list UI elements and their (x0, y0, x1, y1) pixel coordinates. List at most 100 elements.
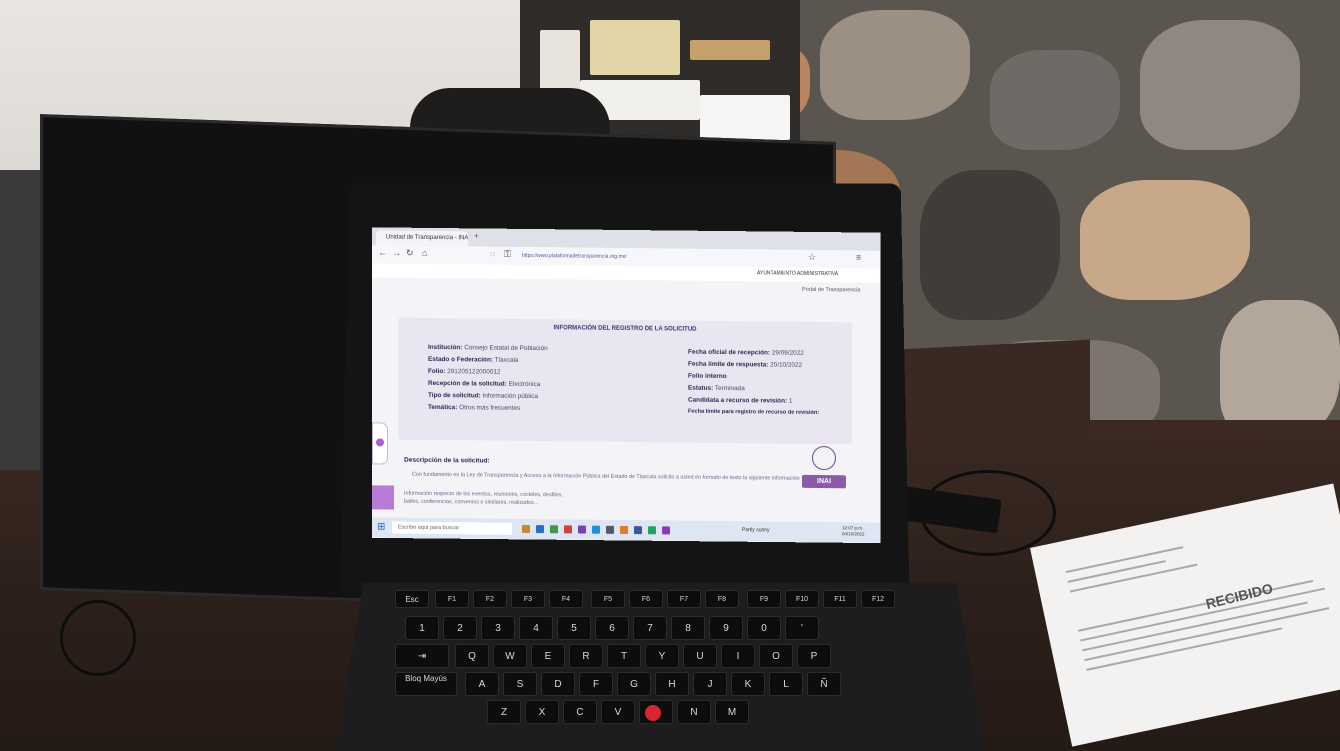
taskbar-clock[interactable]: 12:07 p.m. 04/10/2022 (842, 525, 865, 537)
field-review-deadline: Fecha límite para registro de recurso de… (688, 408, 820, 417)
taskbar-app-icon[interactable] (578, 525, 586, 534)
menu-icon[interactable]: ≡ (856, 252, 861, 262)
key-8[interactable]: 8 (671, 616, 705, 640)
key-apostrophe[interactable]: ' (785, 616, 819, 640)
key-tab[interactable]: ⇥ (395, 644, 449, 668)
key-f5[interactable]: F5 (591, 590, 625, 608)
key-t[interactable]: T (607, 644, 641, 668)
key-h[interactable]: H (655, 672, 689, 696)
key-g[interactable]: G (617, 672, 651, 696)
reload-icon[interactable]: ↻ (406, 248, 414, 259)
key-m[interactable]: M (715, 700, 749, 724)
taskbar-app-icon[interactable] (536, 525, 544, 534)
laptop-screen: Unidad de Transparencia - INAI + ← → ↻ ⌂… (372, 227, 880, 543)
key-enye[interactable]: Ñ (807, 672, 841, 696)
field-review-candidate: Candidata a recurso de revisión: 1 (688, 396, 793, 405)
key-e[interactable]: E (531, 644, 565, 668)
field-topic: Temática: Otros más frecuentes (428, 403, 521, 412)
key-v[interactable]: V (601, 700, 635, 724)
key-s[interactable]: S (503, 672, 537, 696)
new-tab-icon[interactable]: + (474, 231, 479, 240)
key-f[interactable]: F (579, 672, 613, 696)
key-j[interactable]: J (693, 672, 727, 696)
bookmark-icon[interactable]: ☆ (808, 252, 816, 263)
key-c[interactable]: C (563, 700, 597, 724)
key-1[interactable]: 1 (405, 616, 439, 640)
key-z[interactable]: Z (487, 700, 521, 724)
key-r[interactable]: R (569, 644, 603, 668)
shield-icon: ◌ (490, 248, 496, 259)
taskbar-search-input[interactable]: Escribe aquí para buscar (392, 521, 512, 535)
home-icon[interactable]: ⌂ (422, 248, 427, 258)
taskbar-app-icon[interactable] (648, 526, 656, 535)
key-4[interactable]: 4 (519, 616, 553, 640)
key-5[interactable]: 5 (557, 616, 591, 640)
key-q[interactable]: Q (455, 644, 489, 668)
taskbar-app-icon[interactable] (550, 525, 558, 534)
key-x[interactable]: X (525, 700, 559, 724)
key-6[interactable]: 6 (595, 616, 629, 640)
taskbar-app-icon[interactable] (522, 524, 530, 533)
description-text-detail: Información respecto de los eventos, reu… (404, 490, 563, 507)
taskbar-app-icon[interactable] (620, 525, 628, 535)
field-due-date: Fecha límite de respuesta: 20/10/2022 (688, 360, 803, 369)
key-f9[interactable]: F9 (747, 590, 781, 608)
taskbar-app-icon[interactable] (564, 525, 572, 534)
inai-logo-icon (812, 445, 836, 471)
key-w[interactable]: W (493, 644, 527, 668)
key-f4[interactable]: F4 (549, 590, 583, 608)
windows-start-icon[interactable]: ⊞ (377, 521, 385, 532)
key-f6[interactable]: F6 (629, 590, 663, 608)
key-9[interactable]: 9 (709, 616, 743, 640)
field-folio: Folio: 291205122000012 (428, 367, 501, 376)
key-f7[interactable]: F7 (667, 590, 701, 608)
field-internal-folio: Folio interno (688, 372, 727, 381)
key-o[interactable]: O (759, 644, 793, 668)
forward-icon[interactable]: → (392, 248, 401, 258)
cable (60, 600, 136, 676)
key-3[interactable]: 3 (481, 616, 515, 640)
key-2[interactable]: 2 (443, 616, 477, 640)
inai-badge: INAI (802, 474, 846, 489)
key-f8[interactable]: F8 (705, 590, 739, 608)
field-reception: Recepción de la solicitud: Electrónica (428, 379, 541, 389)
taskbar-app-icon[interactable] (592, 525, 600, 534)
laptop-keyboard: Esc F1 F2 F3 F4 F5 F6 F7 F8 F9 F10 F11 F… (395, 590, 925, 751)
browser-tab[interactable]: Unidad de Transparencia - INAI (376, 230, 468, 247)
accessibility-icon[interactable] (372, 485, 394, 510)
key-p[interactable]: P (797, 644, 831, 668)
key-i[interactable]: I (721, 644, 755, 668)
taskbar-app-icon[interactable] (662, 526, 670, 535)
key-f3[interactable]: F3 (511, 590, 545, 608)
taskbar-app-icon[interactable] (634, 526, 642, 535)
key-f12[interactable]: F12 (861, 590, 895, 608)
key-f1[interactable]: F1 (435, 590, 469, 608)
key-y[interactable]: Y (645, 644, 679, 668)
back-icon[interactable]: ← (378, 247, 387, 257)
key-0[interactable]: 0 (747, 616, 781, 640)
gov-label[interactable]: AYUNTAMIENTO ADMINISTRATIVA (757, 270, 838, 277)
key-d[interactable]: D (541, 672, 575, 696)
key-f11[interactable]: F11 (823, 590, 857, 608)
address-bar[interactable]: https://www.plataformadetransparencia.or… (522, 250, 802, 265)
slider-handle[interactable] (376, 438, 384, 447)
key-n[interactable]: N (677, 700, 711, 724)
transparency-link[interactable]: Portal de Transparencia (802, 286, 862, 295)
key-esc[interactable]: Esc (395, 590, 429, 608)
field-state: Estado o Federación: Tlaxcala (428, 355, 519, 364)
key-caps-lock[interactable]: Bloq Mayús (395, 672, 457, 696)
accessibility-slider[interactable] (372, 422, 388, 465)
taskbar-app-icon[interactable] (606, 525, 614, 534)
weather-status[interactable]: Partly sunny (742, 527, 770, 533)
key-u[interactable]: U (683, 644, 717, 668)
description-title: Descripción de la solicitud: (404, 456, 490, 465)
lock-icon: ⚿ (504, 248, 511, 259)
key-f2[interactable]: F2 (473, 590, 507, 608)
key-7[interactable]: 7 (633, 616, 667, 640)
panel-title: INFORMACIÓN DEL REGISTRO DE LA SOLICITUD (553, 325, 697, 333)
key-k[interactable]: K (731, 672, 765, 696)
trackpoint[interactable] (645, 705, 661, 721)
key-l[interactable]: L (769, 672, 803, 696)
key-f10[interactable]: F10 (785, 590, 819, 608)
key-a[interactable]: A (465, 672, 499, 696)
